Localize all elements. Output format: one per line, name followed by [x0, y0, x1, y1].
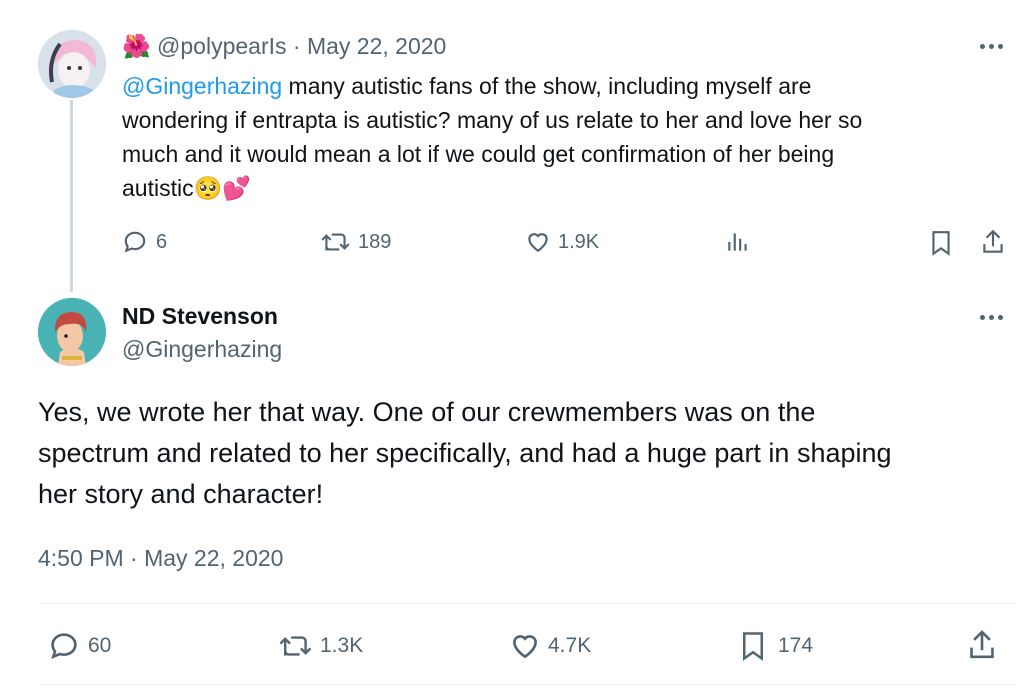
main-text-line3: her story and character! [38, 479, 324, 509]
bookmark-icon [743, 632, 763, 661]
like-count: 1.9K [558, 230, 600, 253]
views-button[interactable] [725, 229, 751, 255]
flower-emoji: 🌺 [122, 33, 151, 59]
reply-text: @Gingerhazing many autistic fans of the … [122, 69, 862, 205]
bookmark-button[interactable] [928, 229, 954, 257]
heart-icon [512, 635, 538, 659]
bookmark-icon [932, 231, 950, 256]
reply-text-line1: @Gingerhazing many autistic fans of the … [122, 73, 812, 99]
main-text-line1: Yes, we wrote her that way. One of our c… [38, 397, 816, 427]
comment-icon [51, 633, 77, 659]
comment-icon [124, 231, 146, 253]
share-icon [983, 229, 1003, 253]
heart-icon [528, 233, 548, 252]
reply-avatar[interactable] [38, 30, 106, 98]
pleading-hearts-emoji: 🥺💕 [193, 175, 251, 201]
main-text-line2: spectrum and related to her specifically… [38, 438, 892, 468]
avatar-illustration [38, 298, 106, 366]
reply-header: 🌺 @polypearIs · May 22, 2020 [122, 31, 446, 61]
thread-line [70, 100, 73, 292]
retweet-count: 189 [358, 230, 392, 253]
reply-count: 6 [156, 230, 168, 253]
share-icon [970, 630, 994, 659]
main-display-name[interactable]: ND Stevenson [122, 302, 278, 330]
reply-text-line4: autistic🥺💕 [122, 175, 251, 201]
separator: · [292, 33, 301, 59]
reply-text-line2: wondering if entrapta is autistic? many … [122, 107, 863, 133]
share-button[interactable] [980, 228, 1006, 256]
avatar-illustration [38, 30, 106, 98]
reply-handle[interactable]: @polypearIs [157, 33, 286, 59]
reply-date[interactable]: May 22, 2020 [307, 33, 446, 59]
mention-link[interactable]: @Gingerhazing [122, 73, 282, 99]
main-like-count: 4.7K [548, 634, 592, 657]
main-bookmark-button[interactable]: 174 [738, 629, 813, 663]
like-button[interactable]: 1.9K [524, 229, 599, 255]
main-handle[interactable]: @Gingerhazing [122, 335, 282, 363]
main-text: Yes, we wrote her that way. One of our c… [38, 392, 892, 515]
main-share-button[interactable] [966, 628, 998, 662]
bar-chart-icon [728, 233, 747, 251]
reply-more-icon[interactable] [980, 44, 1003, 49]
main-more-icon[interactable] [980, 315, 1003, 320]
retweet-icon [279, 636, 312, 656]
divider-top [38, 603, 1016, 604]
main-retweet-button[interactable]: 1.3K [278, 630, 363, 662]
divider-bottom [38, 684, 1016, 685]
main-like-button[interactable]: 4.7K [508, 630, 591, 662]
main-reply-button[interactable]: 60 [48, 630, 111, 662]
main-bookmark-count: 174 [778, 634, 814, 657]
main-avatar[interactable] [38, 298, 106, 366]
reply-text-line3: much and it would mean a lot if we could… [122, 141, 835, 167]
retweet-icon [321, 233, 350, 251]
retweet-button[interactable]: 189 [320, 229, 391, 255]
reply-button[interactable]: 6 [122, 229, 167, 255]
main-reply-count: 60 [88, 634, 112, 657]
main-timestamp[interactable]: 4:50 PM · May 22, 2020 [38, 543, 283, 573]
main-retweet-count: 1.3K [320, 634, 364, 657]
